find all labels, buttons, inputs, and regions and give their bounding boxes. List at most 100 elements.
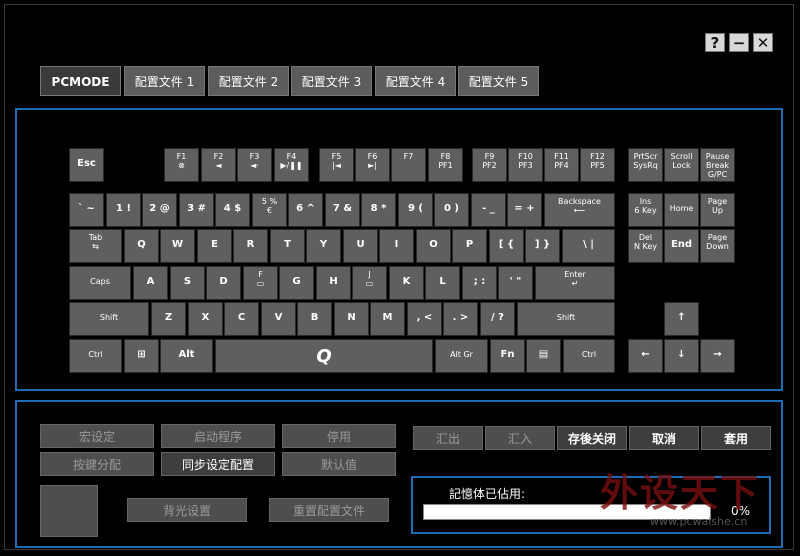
key-k5[interactable]: 5 % € — [252, 193, 287, 227]
key-up[interactable]: ↑ — [664, 302, 699, 336]
key-equal[interactable]: = + — [507, 193, 542, 227]
key-f10[interactable]: F10 PF3 — [508, 148, 543, 182]
key-p[interactable]: P — [452, 229, 487, 263]
key-e[interactable]: E — [197, 229, 232, 263]
key-f3[interactable]: F3 ◄· — [237, 148, 272, 182]
save-close-button[interactable]: 存後关闭 — [557, 426, 627, 450]
key-k0[interactable]: 0 ) — [434, 193, 469, 227]
key-l[interactable]: L — [425, 266, 460, 300]
launch-program-button[interactable]: 启动程序 — [161, 424, 275, 448]
key-k6[interactable]: 6 ^ — [288, 193, 323, 227]
key-fn[interactable]: Fn — [490, 339, 525, 373]
key-altgr[interactable]: Alt Gr — [435, 339, 488, 373]
key-pgdn[interactable]: Page Down — [700, 229, 735, 263]
key-q[interactable]: Q — [124, 229, 159, 263]
key-f7[interactable]: F7 — [391, 148, 426, 182]
tab-pcmode[interactable]: PCMODE — [40, 66, 121, 96]
key-caps[interactable]: Caps — [69, 266, 131, 300]
key-pause[interactable]: Pause Break G/PC — [700, 148, 735, 182]
key-menu[interactable]: ▤ — [526, 339, 561, 373]
key-assign-button[interactable]: 按鍵分配 — [40, 452, 154, 476]
key-u[interactable]: U — [343, 229, 378, 263]
export-button[interactable]: 汇出 — [413, 426, 483, 450]
key-ins[interactable]: Ins 6 Key — [628, 193, 663, 227]
key-k9[interactable]: 9 ( — [398, 193, 433, 227]
key-a[interactable]: A — [133, 266, 168, 300]
apply-button[interactable]: 套用 — [701, 426, 771, 450]
import-button[interactable]: 汇入 — [485, 426, 555, 450]
key-j[interactable]: J ▭ — [352, 266, 387, 300]
key-b[interactable]: B — [297, 302, 332, 336]
key-lbr[interactable]: [ { — [489, 229, 524, 263]
key-f6[interactable]: F6 ►| — [355, 148, 390, 182]
key-s[interactable]: S — [170, 266, 205, 300]
key-right[interactable]: → — [700, 339, 735, 373]
key-minus[interactable]: - _ — [471, 193, 506, 227]
key-v[interactable]: V — [261, 302, 296, 336]
key-o[interactable]: O — [416, 229, 451, 263]
key-m[interactable]: M — [370, 302, 405, 336]
help-button[interactable]: ? — [705, 33, 725, 52]
key-k3[interactable]: 3 # — [179, 193, 214, 227]
key-win[interactable]: ⊞ — [124, 339, 159, 373]
key-k1[interactable]: 1 ! — [106, 193, 141, 227]
key-alt[interactable]: Alt — [160, 339, 213, 373]
sync-config-button[interactable]: 同步设定配置 — [161, 452, 275, 476]
key-esc[interactable]: Esc — [69, 148, 104, 182]
key-g[interactable]: G — [279, 266, 314, 300]
key-f5[interactable]: F5 |◄ — [319, 148, 354, 182]
key-f11[interactable]: F11 PF4 — [544, 148, 579, 182]
key-w[interactable]: W — [160, 229, 195, 263]
key-f9[interactable]: F9 PF2 — [472, 148, 507, 182]
key-semi[interactable]: ; : — [462, 266, 497, 300]
color-preview[interactable] — [40, 485, 98, 537]
backlight-button[interactable]: 背光设置 — [127, 498, 247, 522]
key-enter[interactable]: Enter ↵ — [535, 266, 615, 300]
key-lshift[interactable]: Shift — [69, 302, 149, 336]
tab-profile-2[interactable]: 配置文件 2 — [208, 66, 289, 96]
key-left[interactable]: ← — [628, 339, 663, 373]
key-k8[interactable]: 8 * — [361, 193, 396, 227]
key-f4[interactable]: F4 ▶/❚❚ — [274, 148, 309, 182]
key-n[interactable]: N — [334, 302, 369, 336]
key-scrolllock[interactable]: Scroll Lock — [664, 148, 699, 182]
cancel-button[interactable]: 取消 — [629, 426, 699, 450]
key-y[interactable]: Y — [306, 229, 341, 263]
key-down[interactable]: ↓ — [664, 339, 699, 373]
key-d[interactable]: D — [206, 266, 241, 300]
key-f[interactable]: F ▭ — [243, 266, 278, 300]
key-pgup[interactable]: Page Up — [700, 193, 735, 227]
key-slash[interactable]: / ? — [480, 302, 515, 336]
key-f2[interactable]: F2 ◄ — [201, 148, 236, 182]
key-i[interactable]: I — [379, 229, 414, 263]
key-grave[interactable]: ` ~ — [69, 193, 104, 227]
tab-profile-5[interactable]: 配置文件 5 — [458, 66, 539, 96]
key-f1[interactable]: F1 ⊗ — [164, 148, 199, 182]
tab-profile-1[interactable]: 配置文件 1 — [124, 66, 205, 96]
key-backspace[interactable]: Backspace ⟵ — [544, 193, 615, 227]
macro-button[interactable]: 宏设定 — [40, 424, 154, 448]
disable-button[interactable]: 停用 — [282, 424, 396, 448]
key-f12[interactable]: F12 PF5 — [580, 148, 615, 182]
key-z[interactable]: Z — [151, 302, 186, 336]
key-tab[interactable]: Tab ⇆ — [69, 229, 122, 263]
key-prtscr[interactable]: PrtScr SysRq — [628, 148, 663, 182]
key-k2[interactable]: 2 @ — [142, 193, 177, 227]
key-period[interactable]: . > — [443, 302, 478, 336]
key-k4[interactable]: 4 $ — [215, 193, 250, 227]
key-del[interactable]: Del N Key — [628, 229, 663, 263]
tab-profile-3[interactable]: 配置文件 3 — [291, 66, 372, 96]
key-t[interactable]: T — [270, 229, 305, 263]
key-end[interactable]: End — [664, 229, 699, 263]
close-button[interactable]: ✕ — [753, 33, 773, 52]
minimize-button[interactable]: − — [729, 33, 749, 52]
key-lctrl[interactable]: Ctrl — [69, 339, 122, 373]
key-bslash[interactable]: \ | — [562, 229, 615, 263]
tab-profile-4[interactable]: 配置文件 4 — [375, 66, 456, 96]
key-quote[interactable]: ' " — [498, 266, 533, 300]
key-h[interactable]: H — [316, 266, 351, 300]
default-button[interactable]: 默认值 — [282, 452, 396, 476]
key-space[interactable]: Q — [215, 339, 433, 373]
key-f8[interactable]: F8 PF1 — [428, 148, 463, 182]
key-x[interactable]: X — [188, 302, 223, 336]
